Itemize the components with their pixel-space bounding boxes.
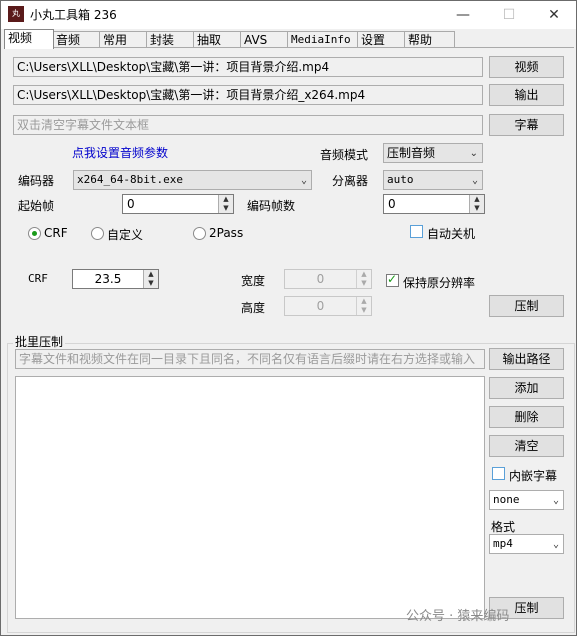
custom-radio[interactable] bbox=[91, 227, 104, 240]
format-value: mp4 bbox=[493, 537, 513, 550]
tab-avs[interactable]: AVS bbox=[240, 31, 291, 48]
output-button[interactable]: 输出 bbox=[489, 84, 564, 106]
batch-delete-button[interactable]: 删除 bbox=[489, 406, 564, 428]
auto-shutdown-label: 自动关机 bbox=[427, 227, 476, 241]
chevron-down-icon: ⌄ bbox=[300, 175, 307, 186]
title-bar: 丸 小丸工具箱 236 — ☐ ✕ bbox=[1, 1, 576, 29]
tab-help[interactable]: 帮助 bbox=[404, 31, 455, 48]
crf-label: CRF bbox=[28, 272, 48, 285]
splitter-label: 分离器 bbox=[332, 174, 369, 188]
format-label: 格式 bbox=[491, 520, 516, 534]
subtitle-language-select[interactable]: none ⌄ bbox=[489, 490, 564, 510]
audio-settings-link[interactable]: 点我设置音频参数 bbox=[72, 144, 168, 161]
encode-frames-label: 编码帧数 bbox=[247, 199, 296, 213]
crf-stepper[interactable]: 23.5 ▲ ▼ bbox=[72, 269, 159, 289]
audio-mode-select[interactable]: 压制音频 ⌄ bbox=[383, 143, 483, 163]
close-button[interactable]: ✕ bbox=[531, 1, 577, 29]
video-button[interactable]: 视频 bbox=[489, 56, 564, 78]
audio-mode-value: 压制音频 bbox=[387, 146, 436, 160]
custom-mode-label: 自定义 bbox=[107, 228, 144, 242]
encode-button[interactable]: 压制 bbox=[489, 295, 564, 317]
crf-mode-label: CRF bbox=[44, 226, 68, 240]
encoder-value: x264_64-8bit.exe bbox=[77, 173, 183, 186]
subtitle-language-value: none bbox=[493, 493, 520, 506]
encoder-label: 编码器 bbox=[18, 174, 55, 188]
tab-bar: 视频 音频 常用 封装 抽取 AVS MediaInfo 设置 帮助 bbox=[4, 29, 574, 49]
chevron-down-icon: ⌄ bbox=[471, 175, 478, 186]
chevron-down-icon: ⌄ bbox=[552, 495, 559, 506]
tab-extract[interactable]: 抽取 bbox=[193, 31, 244, 48]
height-value: 0 bbox=[316, 299, 325, 313]
start-frame-value: 0 bbox=[127, 197, 135, 211]
embed-subtitle-checkbox[interactable] bbox=[492, 467, 505, 480]
spin-arrows-icon[interactable]: ▲ ▼ bbox=[356, 270, 371, 288]
spin-arrows-icon[interactable]: ▲ ▼ bbox=[356, 297, 371, 315]
batch-output-path-button[interactable]: 输出路径 bbox=[489, 348, 564, 370]
maximize-button[interactable]: ☐ bbox=[486, 1, 532, 29]
tab-audio[interactable]: 音频 bbox=[52, 31, 103, 48]
watermark-text: 公众号 · 猿来编码 bbox=[406, 609, 510, 624]
tab-mediainfo[interactable]: MediaInfo bbox=[287, 31, 361, 48]
encode-frames-stepper[interactable]: 0 ▲ ▼ bbox=[383, 194, 485, 214]
tab-settings[interactable]: 设置 bbox=[357, 31, 408, 48]
batch-add-button[interactable]: 添加 bbox=[489, 377, 564, 399]
keep-resolution-checkbox[interactable] bbox=[386, 272, 399, 287]
splitter-select[interactable]: auto ⌄ bbox=[383, 170, 483, 190]
main-window: 丸 小丸工具箱 236 — ☐ ✕ 视频 音频 常用 封装 抽取 AVS Med… bbox=[0, 0, 577, 636]
width-label: 宽度 bbox=[241, 274, 266, 288]
input-video-path[interactable]: C:\Users\XLL\Desktop\宝藏\第一讲：项目背景介绍.mp4 bbox=[13, 57, 483, 77]
auto-shutdown-checkbox[interactable] bbox=[410, 225, 423, 238]
embed-subtitle-label: 内嵌字幕 bbox=[509, 469, 558, 483]
encode-frames-value: 0 bbox=[388, 197, 396, 211]
chevron-down-icon: ⌄ bbox=[469, 148, 478, 159]
batch-hint-field[interactable]: 字幕文件和视频文件在同一目录下且同名，不同名仅有语言后缀时请在右方选择或输入 bbox=[15, 349, 485, 369]
batch-file-list[interactable] bbox=[15, 376, 485, 619]
twopass-mode-label: 2Pass bbox=[209, 226, 244, 240]
splitter-value: auto bbox=[387, 173, 414, 186]
crf-value: 23.5 bbox=[94, 272, 122, 286]
subtitle-button[interactable]: 字幕 bbox=[489, 114, 564, 136]
twopass-radio[interactable] bbox=[193, 227, 206, 240]
format-select[interactable]: mp4 ⌄ bbox=[489, 534, 564, 554]
width-stepper[interactable]: 0 ▲ ▼ bbox=[284, 269, 372, 289]
width-value: 0 bbox=[316, 272, 325, 286]
spin-arrows-icon[interactable]: ▲ ▼ bbox=[218, 195, 233, 213]
video-tab-panel: C:\Users\XLL\Desktop\宝藏\第一讲：项目背景介绍.mp4 视… bbox=[4, 47, 575, 634]
subtitle-path-field[interactable]: 双击清空字幕文件文本框 bbox=[13, 115, 483, 135]
audio-mode-label: 音频模式 bbox=[320, 148, 369, 162]
height-stepper[interactable]: 0 ▲ ▼ bbox=[284, 296, 372, 316]
spin-arrows-icon[interactable]: ▲ ▼ bbox=[143, 270, 158, 288]
crf-radio[interactable] bbox=[28, 227, 41, 240]
batch-group-label: 批里压制 bbox=[13, 333, 66, 350]
minimize-button[interactable]: — bbox=[440, 1, 486, 29]
chevron-down-icon: ⌄ bbox=[552, 539, 559, 550]
start-frame-label: 起始帧 bbox=[18, 199, 55, 213]
output-video-path[interactable]: C:\Users\XLL\Desktop\宝藏\第一讲：项目背景介绍_x264.… bbox=[13, 85, 483, 105]
height-label: 高度 bbox=[241, 301, 266, 315]
tab-video[interactable]: 视频 bbox=[4, 29, 54, 49]
batch-clear-button[interactable]: 清空 bbox=[489, 435, 564, 457]
window-title: 小丸工具箱 236 bbox=[30, 8, 117, 22]
keep-resolution-label: 保持原分辨率 bbox=[403, 276, 476, 290]
encoder-select[interactable]: x264_64-8bit.exe ⌄ bbox=[73, 170, 312, 190]
start-frame-stepper[interactable]: 0 ▲ ▼ bbox=[122, 194, 234, 214]
tab-mux[interactable]: 封装 bbox=[146, 31, 197, 48]
app-icon: 丸 bbox=[8, 6, 24, 22]
spin-arrows-icon[interactable]: ▲ ▼ bbox=[469, 195, 484, 213]
tab-common[interactable]: 常用 bbox=[99, 31, 150, 48]
